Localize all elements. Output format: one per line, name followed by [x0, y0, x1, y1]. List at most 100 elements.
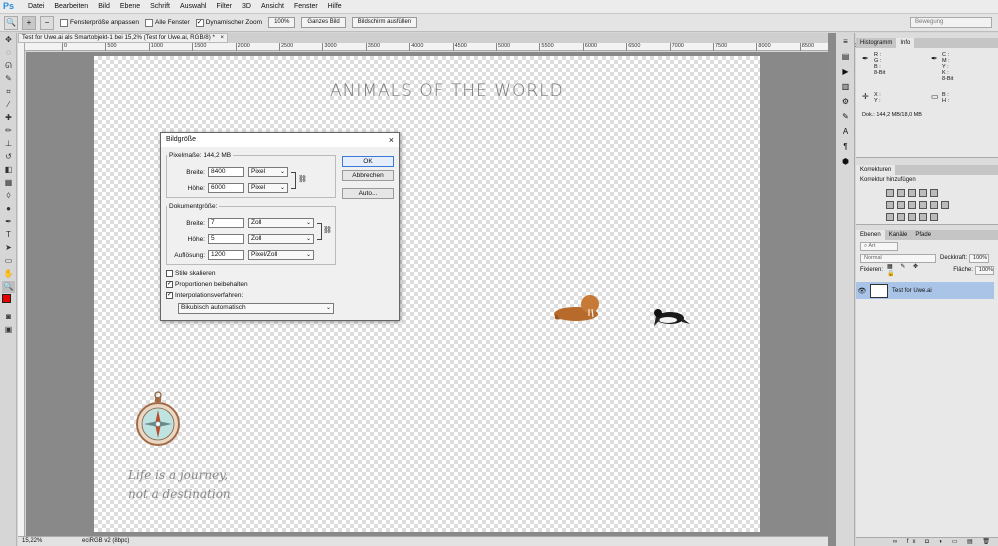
- 3d-panel-icon[interactable]: ⬢: [839, 156, 852, 168]
- brush-tool-icon[interactable]: ✏: [2, 125, 15, 137]
- threshold-icon[interactable]: [908, 213, 916, 221]
- vibrance-icon[interactable]: [930, 189, 938, 197]
- doc-width-unit-select[interactable]: Zoll ⌄: [248, 218, 314, 228]
- menu-schrift[interactable]: Schrift: [145, 0, 175, 13]
- stamp-tool-icon[interactable]: ⊥: [2, 138, 15, 150]
- pixel-height-unit-select[interactable]: Pixel ⌄: [248, 183, 288, 193]
- zoom-level-field[interactable]: 15,22%: [22, 537, 42, 546]
- selective-color-icon[interactable]: [919, 213, 927, 221]
- menu-filter[interactable]: Filter: [211, 0, 237, 13]
- document-profile-info[interactable]: eciRGB v2 (8bpc): [82, 537, 129, 546]
- tab-channels[interactable]: Kanäle: [885, 230, 912, 240]
- tab-histogram[interactable]: Histogramm: [856, 38, 896, 48]
- blend-mode-select[interactable]: Normal: [860, 253, 936, 263]
- shape-tool-icon[interactable]: ▭: [2, 255, 15, 267]
- opacity-input[interactable]: 100%: [969, 253, 990, 263]
- pixel-height-input[interactable]: 6000: [208, 183, 244, 193]
- zoom-100-button[interactable]: 100%: [268, 17, 296, 28]
- tool-presets-icon[interactable]: ⚙: [839, 96, 852, 108]
- visibility-eye-icon[interactable]: 👁: [856, 287, 868, 295]
- all-windows-checkbox[interactable]: Alle Fenster: [145, 18, 190, 27]
- invert-icon[interactable]: [886, 213, 894, 221]
- eraser-tool-icon[interactable]: ◧: [2, 164, 15, 176]
- dialog-close-icon[interactable]: ×: [389, 133, 394, 147]
- channel-mixer-icon[interactable]: [930, 201, 938, 209]
- healing-brush-tool-icon[interactable]: ✚: [2, 112, 15, 124]
- quick-mask-icon[interactable]: ◙: [2, 311, 15, 323]
- zoom-tool-preset-icon[interactable]: 🔍: [4, 15, 18, 30]
- cancel-button[interactable]: Abbrechen: [342, 170, 394, 181]
- levels-icon[interactable]: [897, 189, 905, 197]
- character-panel-icon[interactable]: A: [839, 126, 852, 138]
- menu-3d[interactable]: 3D: [237, 0, 256, 13]
- menu-ansicht[interactable]: Ansicht: [256, 0, 289, 13]
- vertical-ruler[interactable]: [18, 43, 25, 536]
- resolution-unit-select[interactable]: Pixel/Zoll ⌄: [248, 250, 314, 260]
- path-select-tool-icon[interactable]: ➤: [2, 242, 15, 254]
- lock-icons[interactable]: ▦ ✎ ✥ 🔒: [887, 263, 931, 277]
- type-tool-icon[interactable]: T: [2, 229, 15, 241]
- blur-tool-icon[interactable]: ◊: [2, 190, 15, 202]
- menu-auswahl[interactable]: Auswahl: [175, 0, 211, 13]
- dialog-titlebar[interactable]: Bildgröße ×: [161, 133, 399, 147]
- photo-filter-icon[interactable]: [919, 201, 927, 209]
- posterize-icon[interactable]: [897, 213, 905, 221]
- auto-button[interactable]: Auto...: [342, 188, 394, 199]
- resolution-input[interactable]: 1200: [208, 250, 244, 260]
- color-swatches-icon[interactable]: [2, 294, 15, 310]
- black-white-icon[interactable]: [908, 201, 916, 209]
- color-balance-icon[interactable]: [897, 201, 905, 209]
- exposure-icon[interactable]: [919, 189, 927, 197]
- marquee-tool-icon[interactable]: ◌: [2, 47, 15, 59]
- layer-filter-select[interactable]: ⌕ Art: [860, 241, 898, 251]
- menu-bild[interactable]: Bild: [93, 0, 115, 13]
- layers-footer-icons[interactable]: ∞ fx ◘ ◑ ▭ ▤ 🗑: [856, 537, 998, 546]
- foreground-color-swatch[interactable]: [2, 294, 11, 303]
- photoshop-logo[interactable]: Ps: [3, 0, 19, 13]
- tab-layers[interactable]: Ebenen: [856, 230, 885, 240]
- menu-datei[interactable]: Datei: [23, 0, 49, 13]
- pixel-width-unit-select[interactable]: Pixel ⌄: [248, 167, 288, 177]
- doc-height-input[interactable]: 5: [208, 234, 244, 244]
- actions-panel-icon[interactable]: ▶: [839, 66, 852, 78]
- gradient-tool-icon[interactable]: ▦: [2, 177, 15, 189]
- doc-height-unit-select[interactable]: Zoll ⌄: [248, 234, 314, 244]
- pixel-width-input[interactable]: 8400: [208, 167, 244, 177]
- move-tool-icon[interactable]: ✥: [2, 34, 15, 46]
- tab-paths[interactable]: Pfade: [911, 230, 935, 240]
- pen-tool-icon[interactable]: ✒: [2, 216, 15, 228]
- paragraph-panel-icon[interactable]: ¶: [839, 141, 852, 153]
- resample-checkbox[interactable]: ✓ Interpolationsverfahren:: [166, 292, 243, 299]
- brightness-contrast-icon[interactable]: [886, 189, 894, 197]
- screen-mode-icon[interactable]: ▣: [2, 324, 15, 336]
- hand-tool-icon[interactable]: ✋: [2, 268, 15, 280]
- gradient-map-icon[interactable]: [930, 213, 938, 221]
- brush-panel-icon[interactable]: ✎: [839, 111, 852, 123]
- menu-ebene[interactable]: Ebene: [115, 0, 145, 13]
- fit-window-checkbox[interactable]: Fensterpröße anpassen: [60, 18, 139, 27]
- resample-method-select[interactable]: Bikubisch automatisch ⌄: [178, 303, 334, 314]
- document-tab[interactable]: Test for Uwe.ai als Smartobjekt-1 bei 15…: [18, 33, 228, 43]
- eyedropper-tool-icon[interactable]: ⁄: [2, 99, 15, 111]
- doc-width-input[interactable]: 7: [208, 218, 244, 228]
- fill-screen-button[interactable]: Bildschirm ausfüllen: [351, 17, 418, 28]
- color-lookup-icon[interactable]: [941, 201, 949, 209]
- tab-info[interactable]: Info: [896, 38, 915, 48]
- ok-button[interactable]: OK: [342, 156, 394, 167]
- constrain-proportions-checkbox[interactable]: ✓ Proportionen beibehalten: [166, 281, 248, 288]
- menu-fenster[interactable]: Fenster: [289, 0, 323, 13]
- layer-row[interactable]: 👁 Test for Uwe.ai: [856, 282, 994, 299]
- scale-styles-checkbox[interactable]: Stile skalieren: [166, 270, 215, 277]
- menu-hilfe[interactable]: Hilfe: [323, 0, 347, 13]
- horizontal-ruler[interactable]: 0 500 1000 1500 2000 2500 3000 3500 4000 4500 5000…: [25, 43, 857, 51]
- quick-select-tool-icon[interactable]: ✎: [2, 73, 15, 85]
- zoom-in-icon[interactable]: +: [22, 15, 36, 30]
- curves-icon[interactable]: [908, 189, 916, 197]
- history-brush-tool-icon[interactable]: ↺: [2, 151, 15, 163]
- panel-options-icon[interactable]: ≡: [839, 36, 852, 48]
- zoom-tool-icon[interactable]: 🔍: [2, 281, 15, 293]
- layer-name[interactable]: Test for Uwe.ai: [892, 288, 932, 294]
- lasso-tool-icon[interactable]: ᘏ: [2, 60, 15, 72]
- whole-image-button[interactable]: Ganzes Bild: [301, 17, 346, 28]
- dodge-tool-icon[interactable]: ●: [2, 203, 15, 215]
